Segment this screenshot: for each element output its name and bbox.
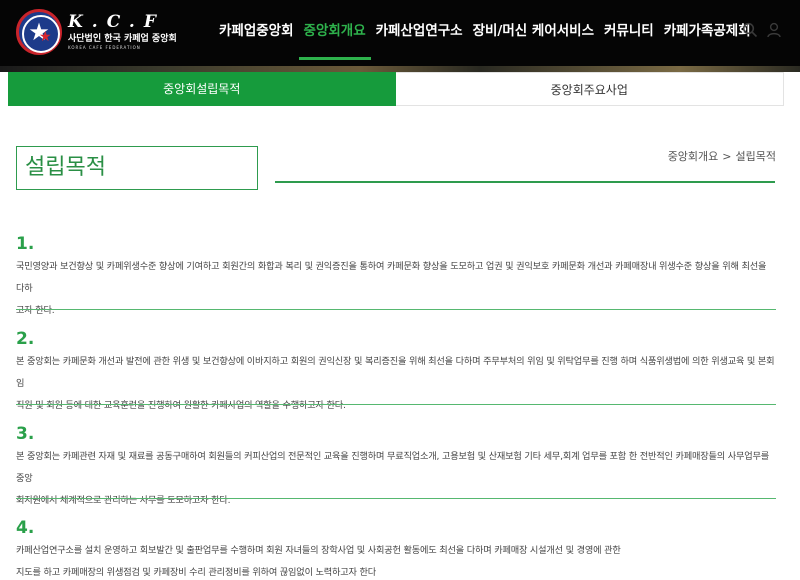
breadcrumb-current: 설립목적 — [735, 150, 776, 163]
section-divider — [16, 498, 776, 499]
breadcrumb-parent[interactable]: 중앙회개요 — [668, 150, 719, 163]
section-text: 카페산업연구소를 설치 운영하고 회보발간 및 출판업무를 수행하며 회원 자녀… — [16, 540, 776, 580]
section-text: 국민영양과 보건향상 및 카페위생수준 향상에 기여하고 회원간의 화합과 복리… — [16, 256, 776, 322]
user-icon[interactable] — [766, 22, 782, 38]
section-number: 2. — [16, 329, 35, 349]
red-star-icon: ★ — [39, 29, 52, 45]
section-line: 본 중앙회는 카페문화 개선과 발전에 관한 위생 및 보건향상에 이바지하고 … — [16, 356, 775, 389]
section-divider — [16, 309, 776, 310]
site-logo[interactable]: ★ ★ K.C.F 사단법인 한국 카페업 중앙회 KOREA CAFE FED… — [16, 8, 177, 56]
nav-item-community[interactable]: 커뮤니티 — [599, 0, 659, 62]
breadcrumb: 중앙회개요 > 설립목적 — [668, 148, 776, 164]
nav-item-overview[interactable]: 중앙회개요 — [298, 0, 371, 60]
nav-item-machine-care[interactable]: 장비/머신 케어서비스 — [468, 0, 599, 62]
section-line: 본 중앙회는 카페관련 자재 및 재료를 공동구매하여 회원들의 커피산업의 전… — [16, 451, 769, 484]
search-icon[interactable] — [742, 22, 758, 38]
purpose-section-4: 4. 카페산업연구소를 설치 운영하고 회보발간 및 출판업무를 수행하며 회원… — [16, 518, 776, 580]
logo-english-name: KOREA CAFE FEDERATION — [68, 45, 141, 50]
section-line: 회지원에서 체계적으로 관리하는 사무를 도모하고자 한다. — [16, 495, 231, 506]
section-number: 4. — [16, 518, 35, 538]
nav-item-federation[interactable]: 카페업중앙회 — [214, 0, 299, 62]
main-nav: 카페업중앙회 중앙회개요 카페산업연구소 장비/머신 케어서비스 커뮤니티 카페… — [214, 0, 756, 66]
section-line: 직원 및 회원 등에 대한 교육훈련을 진행하여 원활한 카페사업의 역할을 수… — [16, 400, 346, 411]
section-line: 카페산업연구소를 설치 운영하고 회보발간 및 출판업무를 수행하며 회원 자녀… — [16, 545, 621, 556]
section-number: 3. — [16, 424, 35, 444]
section-line: 국민영양과 보건향상 및 카페위생수준 향상에 기여하고 회원간의 화합과 복리… — [16, 261, 767, 294]
section-text: 본 중앙회는 카페관련 자재 및 재료를 공동구매하여 회원들의 커피산업의 전… — [16, 446, 776, 512]
logo-name: K.C.F — [68, 12, 165, 32]
nav-item-research-institute[interactable]: 카페산업연구소 — [371, 0, 468, 62]
page-title: 설립목적 — [16, 146, 258, 190]
site-header: ★ ★ K.C.F 사단법인 한국 카페업 중앙회 KOREA CAFE FED… — [0, 0, 800, 66]
tab-main-business[interactable]: 중앙회주요사업 — [395, 72, 784, 106]
section-line: 지도를 하고 카페매장의 위생점검 및 카페장비 수리 관리정비를 위하여 끊임… — [16, 567, 377, 578]
header-icons — [742, 22, 782, 38]
section-text: 본 중앙회는 카페문화 개선과 발전에 관한 위생 및 보건향상에 이바지하고 … — [16, 351, 776, 417]
sub-tabs: 중앙회설립목적 중앙회주요사업 — [8, 72, 784, 106]
breadcrumb-separator: > — [722, 150, 732, 163]
tab-establishment-purpose[interactable]: 중앙회설립목적 — [8, 72, 396, 106]
title-divider — [275, 181, 775, 183]
section-line: 고자 한다. — [16, 305, 55, 316]
section-divider — [16, 404, 776, 405]
section-number: 1. — [16, 234, 35, 254]
logo-korean-name: 사단법인 한국 카페업 중앙회 — [68, 34, 177, 44]
logo-text: K.C.F 사단법인 한국 카페업 중앙회 KOREA CAFE FEDERAT… — [68, 13, 177, 51]
logo-emblem: ★ ★ — [16, 9, 62, 55]
